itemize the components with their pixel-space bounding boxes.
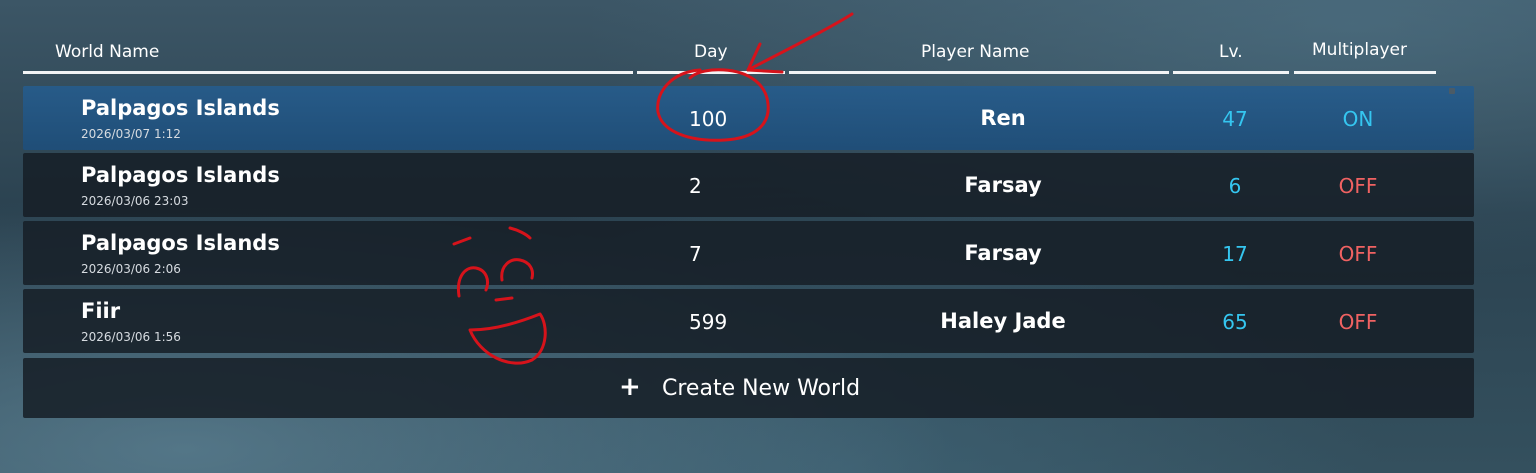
annotation-face-brow-right bbox=[508, 226, 532, 240]
annotation-face-brow-left bbox=[452, 236, 472, 246]
annotation-arrow-shaft bbox=[746, 12, 854, 72]
annotation-face-mouth bbox=[468, 312, 547, 365]
annotation-face-nose bbox=[494, 296, 514, 302]
red-annotation-overlay bbox=[452, 12, 854, 365]
annotation-face-eye-left bbox=[456, 266, 490, 298]
annotation-face-eye-right bbox=[500, 258, 534, 282]
annotation-circle bbox=[656, 68, 770, 142]
